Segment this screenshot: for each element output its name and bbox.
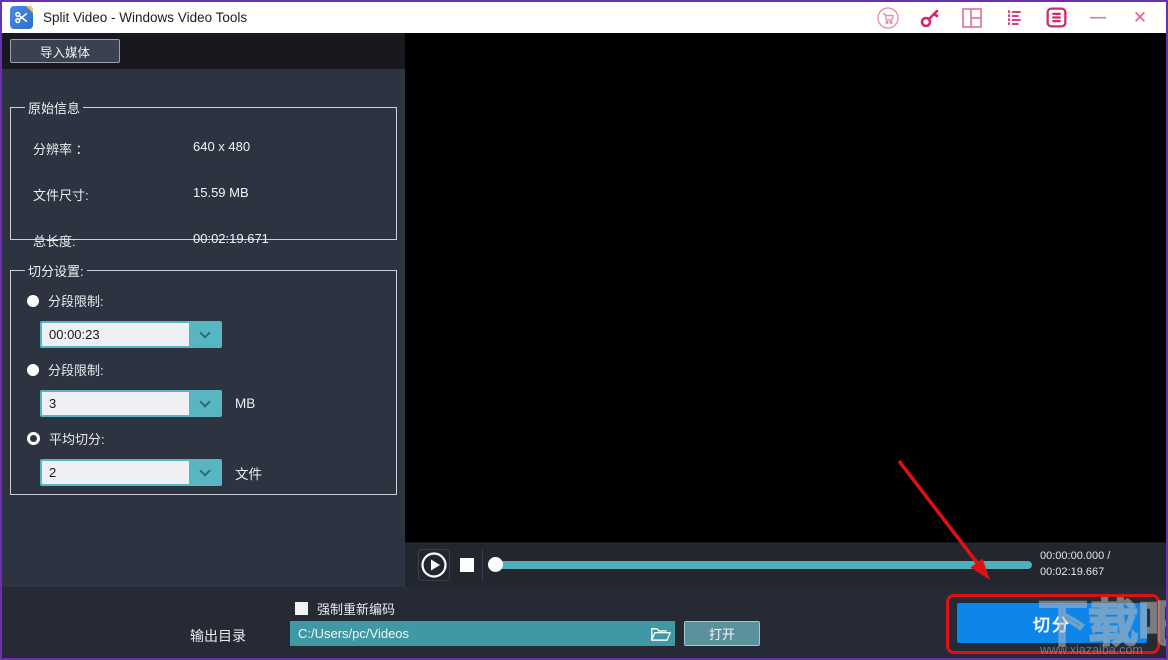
duration-value: 00:02:19.671 [193,231,269,246]
average-split-value: 2 [49,465,57,480]
segment-size-dropdown[interactable]: 3 [40,390,222,417]
play-button[interactable] [418,549,450,581]
key-icon[interactable] [916,6,944,30]
seek-slider-thumb[interactable] [488,557,503,572]
output-path-field[interactable] [290,621,675,646]
notes-icon[interactable] [1042,6,1070,30]
force-reencode-checkbox[interactable] [295,602,308,615]
segment-size-unit: MB [235,396,256,411]
radio-segment-time[interactable] [27,294,39,307]
average-split-row: 2 文件 [40,459,386,486]
original-info-legend: 原始信息 [28,101,81,116]
segment-time-label: 分段限制: [48,294,104,309]
import-media-button[interactable]: 导入媒体 [10,39,120,63]
output-path-input[interactable] [290,626,645,641]
info-row-filesize: 文件尺寸: 15.59 MB [21,185,386,204]
option-average-split[interactable]: 平均切分: [27,429,386,448]
segment-size-label: 分段限制: [48,363,104,378]
cart-icon[interactable] [874,6,902,30]
app-icon [10,6,33,29]
icon-fold [26,6,33,13]
info-row-resolution: 分辨率 ： 640 x 480 [21,139,386,158]
split-button[interactable]: 切分 [957,603,1147,643]
radio-segment-size[interactable] [27,363,39,376]
window-title: Split Video - Windows Video Tools [43,10,248,25]
player-separator [482,550,483,580]
time-total: 00:02:19.667 [1040,566,1105,578]
average-split-unit: 文件 [235,466,262,482]
seek-slider[interactable] [488,557,1032,572]
import-toolbar: 导入媒体 [2,33,405,69]
force-reencode-label: 强制重新编码 [317,602,396,617]
segment-time-row: 00:00:23 [40,321,386,348]
output-dir-label: 输出目录 [190,628,246,644]
browse-folder-button[interactable] [645,621,675,646]
play-icon [421,552,447,578]
segment-size-row: 3 MB [40,390,386,417]
left-panel: 原始信息 分辨率 ： 640 x 480 文件尺寸: 15.59 MB 总长度:… [2,69,405,587]
info-row-duration: 总长度: 00:02:19.671 [21,231,386,250]
segment-size-value: 3 [49,396,57,411]
average-split-dropdown[interactable]: 2 [40,459,222,486]
duration-label: 总长度: [33,234,76,249]
split-settings-group: 切分设置: 分段限制: 00:00:23 分段限制: 3 MB 平均切分: 2 … [10,261,397,495]
resolution-value: 640 x 480 [193,139,251,154]
folder-icon [650,627,671,641]
player-bar: 00:00:00.000 / 00:02:19.667 [405,542,1166,587]
open-button[interactable]: 打开 [684,621,760,646]
close-button[interactable]: ✕ [1126,6,1154,30]
chevron-down-icon[interactable] [189,323,220,346]
filesize-label: 文件尺寸: [33,188,89,203]
bottom-bar: 强制重新编码 输出目录 打开 切分 [2,587,1166,658]
filesize-value: 15.59 MB [193,185,249,200]
layout-icon[interactable] [958,6,986,30]
segment-time-value: 00:00:23 [49,327,100,342]
radio-average-split[interactable] [27,432,40,445]
time-current: 00:00:00.000 / [1040,550,1111,562]
resolution-label: 分辨率 ： [33,142,89,157]
titlebar-buttons: — ✕ [874,6,1166,30]
option-segment-time[interactable]: 分段限制: [27,291,386,310]
titlebar: Split Video - Windows Video Tools — ✕ [2,2,1166,33]
video-preview [405,33,1166,542]
average-split-label: 平均切分: [49,432,105,447]
segment-time-dropdown[interactable]: 00:00:23 [40,321,222,348]
chevron-down-icon[interactable] [189,392,220,415]
option-segment-size[interactable]: 分段限制: [27,360,386,379]
minimize-button[interactable]: — [1084,6,1112,30]
time-display: 00:00:00.000 / 00:02:19.667 [1040,548,1110,580]
original-info-group: 原始信息 分辨率 ： 640 x 480 文件尺寸: 15.59 MB 总长度:… [10,98,397,249]
chevron-down-icon[interactable] [189,461,220,484]
tune-icon[interactable] [1000,6,1028,30]
force-reencode-option[interactable]: 强制重新编码 [295,599,395,618]
stop-button[interactable] [460,558,474,572]
app-window: Split Video - Windows Video Tools — ✕ 导入… [0,0,1168,660]
split-settings-legend: 切分设置: [28,264,84,279]
